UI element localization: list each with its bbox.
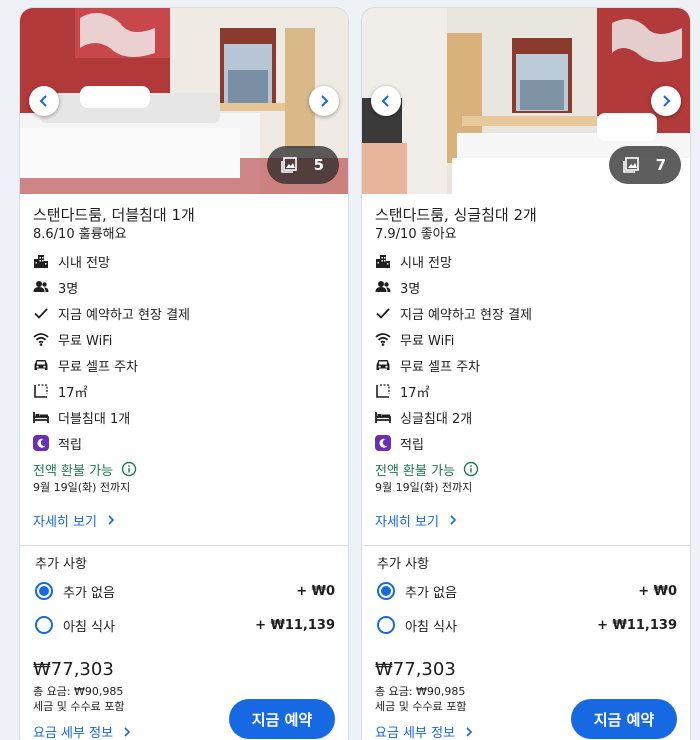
radio-button[interactable]	[35, 582, 53, 600]
extras-title: 추가 사항	[35, 557, 87, 572]
more-details-link[interactable]: 자세히 보기	[33, 511, 348, 530]
feature-list: 시내 전망 3명 지금 예약하고 현장 결제 무료 WiFi 무료 셀프 주차 …	[375, 248, 690, 456]
price-block: ₩77,303 총 요금: ₩90,985 세금 및 수수료 포함 요금 세부 …	[375, 658, 473, 740]
feature-view: 시내 전망	[33, 248, 348, 274]
room-photo[interactable]: 5	[20, 8, 348, 194]
photo-count: 7	[655, 156, 666, 174]
refund-policy: 전액 환불 가능	[375, 459, 690, 479]
extras-option-none[interactable]: 추가 없음 + ₩0	[375, 574, 677, 608]
refund-deadline: 9월 19일(화) 전까지	[375, 481, 473, 494]
feature-guests: 3명	[375, 274, 690, 300]
reserve-button[interactable]: 지금 예약	[229, 699, 335, 739]
feature-wifi: 무료 WiFi	[375, 326, 690, 352]
feature-list: 시내 전망 3명 지금 예약하고 현장 결제 무료 WiFi 무료 셀프 주차 …	[33, 248, 348, 456]
price-block: ₩77,303 총 요금: ₩90,985 세금 및 수수료 포함 요금 세부 …	[33, 658, 131, 740]
gallery-icon	[281, 157, 297, 173]
info-icon[interactable]	[121, 461, 137, 477]
photo-gallery-button[interactable]: 7	[609, 146, 681, 184]
guest-rating: 8.6/10 훌륭해요	[33, 227, 127, 242]
section-divider	[362, 545, 690, 546]
feature-guests: 3명	[33, 274, 348, 300]
chevron-right-icon	[124, 726, 131, 737]
city-icon	[376, 255, 390, 268]
tax-note: 세금 및 수수료 포함	[375, 700, 467, 713]
feature-bed: 더블침대 1개	[33, 404, 348, 430]
total-price: 총 요금: ₩90,985	[33, 685, 124, 698]
previous-photo-button[interactable]	[29, 86, 59, 116]
price-details-link[interactable]: 요금 세부 정보	[33, 722, 131, 740]
previous-photo-button[interactable]	[371, 86, 401, 116]
feature-parking: 무료 셀프 주차	[33, 352, 348, 378]
room-photo[interactable]: 7	[362, 8, 690, 194]
feature-bed: 싱글침대 2개	[375, 404, 690, 430]
chevron-right-icon	[108, 515, 115, 525]
refund-deadline: 9월 19일(화) 전까지	[33, 481, 131, 494]
people-icon	[33, 281, 49, 292]
car-icon	[376, 360, 390, 370]
check-icon	[34, 308, 48, 319]
wifi-icon	[375, 333, 391, 346]
extras-option-none[interactable]: 추가 없음 + ₩0	[33, 574, 335, 608]
bed-icon	[375, 412, 391, 423]
chevron-left-icon	[381, 95, 389, 107]
option-price: + ₩11,139	[255, 617, 335, 633]
room-size-icon	[34, 384, 48, 398]
feature-size: 17㎡	[375, 378, 690, 404]
rewards-icon	[375, 435, 391, 451]
extras-title: 추가 사항	[377, 557, 429, 572]
feature-reward: 적립	[375, 430, 690, 456]
next-photo-button[interactable]	[309, 86, 339, 116]
extras-option-breakfast[interactable]: 아침 식사 + ₩11,139	[375, 608, 677, 642]
radio-button[interactable]	[377, 582, 395, 600]
total-price: 총 요금: ₩90,985	[375, 685, 466, 698]
check-icon	[376, 308, 390, 319]
radio-button[interactable]	[377, 616, 395, 634]
nightly-price: ₩77,303	[375, 659, 456, 680]
extras-section: 추가 사항 추가 없음 + ₩0 아침 식사 + ₩11,139	[20, 556, 348, 642]
bed-icon	[33, 412, 49, 423]
option-price: + ₩11,139	[597, 617, 677, 633]
next-photo-button[interactable]	[651, 86, 681, 116]
extras-section: 추가 사항 추가 없음 + ₩0 아침 식사 + ₩11,139	[362, 556, 690, 642]
info-icon[interactable]	[463, 461, 479, 477]
room-size-icon	[376, 384, 390, 398]
chevron-right-icon	[321, 95, 329, 107]
feature-parking: 무료 셀프 주차	[375, 352, 690, 378]
radio-button[interactable]	[35, 616, 53, 634]
price-details-link[interactable]: 요금 세부 정보	[375, 722, 473, 740]
city-icon	[34, 255, 48, 268]
feature-reward: 적립	[33, 430, 348, 456]
chevron-left-icon	[39, 95, 47, 107]
section-divider	[20, 545, 348, 546]
car-icon	[34, 360, 48, 370]
room-card: 7 스탠다드룸, 싱글침대 2개 7.9/10 좋아요 시내 전망 3명 지금 …	[361, 7, 691, 740]
wifi-icon	[33, 333, 49, 346]
option-price: + ₩0	[296, 583, 335, 599]
room-name: 스탠다드룸, 더블침대 1개	[33, 206, 195, 224]
feature-view: 시내 전망	[375, 248, 690, 274]
rewards-icon	[33, 435, 49, 451]
feature-payment: 지금 예약하고 현장 결제	[375, 300, 690, 326]
tax-note: 세금 및 수수료 포함	[33, 700, 125, 713]
room-name: 스탠다드룸, 싱글침대 2개	[375, 206, 537, 224]
room-card: 5 스탠다드룸, 더블침대 1개 8.6/10 훌륭해요 시내 전망 3명 지금…	[19, 7, 349, 740]
more-details-link[interactable]: 자세히 보기	[375, 511, 690, 530]
guest-rating: 7.9/10 좋아요	[375, 227, 457, 242]
extras-option-breakfast[interactable]: 아침 식사 + ₩11,139	[33, 608, 335, 642]
photo-gallery-button[interactable]: 5	[267, 146, 339, 184]
feature-size: 17㎡	[33, 378, 348, 404]
refund-policy: 전액 환불 가능	[33, 459, 348, 479]
photo-count: 5	[313, 156, 324, 174]
chevron-right-icon	[663, 95, 671, 107]
nightly-price: ₩77,303	[33, 659, 114, 680]
chevron-right-icon	[466, 726, 473, 737]
feature-payment: 지금 예약하고 현장 결제	[33, 300, 348, 326]
people-icon	[375, 281, 391, 292]
option-price: + ₩0	[638, 583, 677, 599]
gallery-icon	[623, 157, 639, 173]
feature-wifi: 무료 WiFi	[33, 326, 348, 352]
chevron-right-icon	[450, 515, 457, 525]
reserve-button[interactable]: 지금 예약	[571, 699, 677, 739]
